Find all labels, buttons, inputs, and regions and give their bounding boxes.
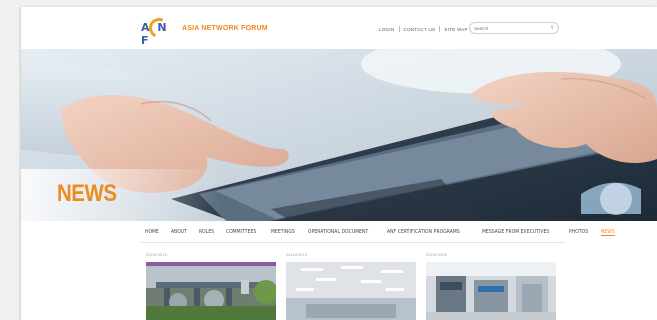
nav-divider [141,242,565,243]
logo-mark-icon: A N F [141,15,181,47]
nav-item-news[interactable]: NEWS [601,229,615,236]
contact-us-link[interactable]: CONTACT US [404,27,436,32]
nav-item-about[interactable]: ABOUT [171,229,187,235]
news-thumbnail[interactable] [146,262,276,320]
divider [439,26,441,32]
login-link[interactable]: LOGIN [379,27,395,32]
news-date: 2016/09/15 [286,253,307,257]
site-logo[interactable]: A N F ASIA NETWORK FORUM [141,15,268,47]
hero-title: NEWS [57,180,117,207]
nav-item-meetings[interactable]: MEETINGS [271,229,295,235]
nav-item-committees[interactable]: COMMITTEES [226,229,256,235]
main-nav: HOME ABOUT ROLES COMMITTEES MEETINGS OPE… [145,221,627,243]
nav-item-roles[interactable]: ROLES [199,229,214,235]
search-box: ⚲ [469,22,559,34]
logo-letters: A N F [141,21,169,47]
news-list: 2016/09/15 2016/09/15 2016/09/06 [146,253,556,320]
site-map-link[interactable]: SITE MAP [444,27,467,32]
news-thumbnail[interactable] [426,262,556,320]
search-input[interactable] [474,25,544,31]
site-header: A N F ASIA NETWORK FORUM LOGIN CONTACT U… [21,7,657,49]
nav-item-operational-document[interactable]: OPERATIONAL DOCUMENT [308,229,368,235]
nav-item-message-from-executives[interactable]: MESSAGE FROM EXECUTIVES [482,229,549,235]
page: A N F ASIA NETWORK FORUM LOGIN CONTACT U… [21,7,657,320]
hero-banner: NEWS [21,49,657,221]
divider [398,26,400,32]
news-card[interactable]: 2016/09/06 [426,253,556,320]
news-date: 2016/09/06 [426,253,447,257]
nav-item-certification-programs[interactable]: ANF CERTIFICATION PROGRAMS [387,229,460,235]
nav-item-photos[interactable]: PHOTOS [569,229,588,235]
news-date: 2016/09/15 [146,253,167,257]
news-card[interactable]: 2016/09/15 [286,253,416,320]
search-icon[interactable]: ⚲ [550,25,554,31]
logo-name: ASIA NETWORK FORUM [182,24,268,32]
news-card[interactable]: 2016/09/15 [146,253,276,320]
top-links: LOGIN CONTACT US SITE MAP [379,26,468,32]
nav-item-home[interactable]: HOME [145,229,159,235]
news-thumbnail[interactable] [286,262,416,320]
